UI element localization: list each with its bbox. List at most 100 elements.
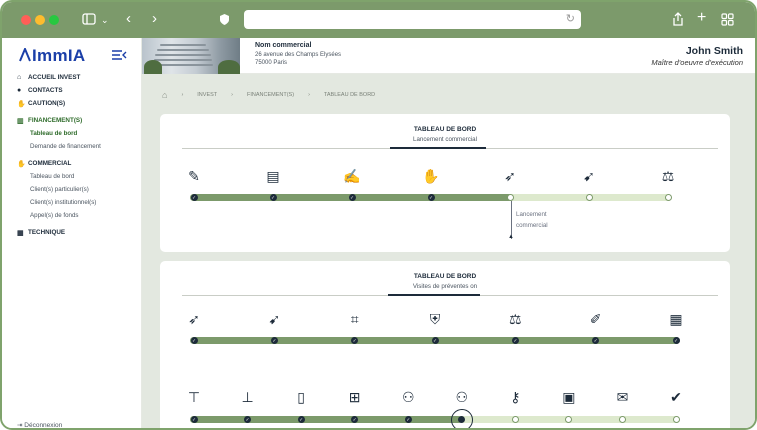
plan-icon: ⌗ [350,311,359,327]
home-icon[interactable]: ⌂ [162,90,167,100]
step-node[interactable]: ✓ [348,194,356,201]
sidebar-item-label: CAUTION(S) [28,100,66,107]
breadcrumb: ⌂ › INVEST › FINANCEMENT(S) › TABLEAU DE… [162,90,389,100]
breadcrumb-item-financements[interactable]: FINANCEMENT(S) [247,92,294,98]
back-icon[interactable]: ‹ [126,11,131,26]
money-stack-icon: ▤ [266,168,280,184]
page-header: Nom commercial 26 avenue des Champs Elys… [142,38,755,74]
signature-icon: ✍ [343,168,361,184]
address-line-2: 75000 Paris [255,60,288,66]
user-name[interactable]: John Smith [686,45,743,57]
sidebar-item-label: COMMERCIAL [28,160,72,167]
breadcrumb-separator: › [231,92,233,98]
breadcrumb-item-invest[interactable]: INVEST [197,92,217,98]
key-icon: ⚷ [510,389,521,405]
tab-overview-icon[interactable] [721,13,734,29]
step-node[interactable]: ✓ [270,337,278,344]
share-icon[interactable] [672,12,684,29]
logout-link[interactable]: ⇥ Déconnexion [17,421,63,429]
window-icon: ⊞ [348,389,361,405]
app-logo-text: ImmIA [32,46,86,65]
step-node[interactable] [618,416,626,423]
sidebar-item-commercial[interactable]: ✋ COMMERCIAL [17,157,139,170]
sidebar-item-technique[interactable]: ▦ TECHNIQUE [17,226,139,239]
card-title: TABLEAU DE BORD [413,273,477,280]
sidebar-subitem-commercial-tableau-de-bord[interactable]: Tableau de bord [17,170,139,183]
maximize-window-button[interactable] [49,15,59,25]
current-step-ring [450,408,473,428]
breadcrumb-separator: › [308,92,310,98]
collapse-menu-icon[interactable] [111,49,127,64]
pen-icon: ✎ [188,168,200,184]
grid-icon: ▦ [669,311,683,327]
handshake-icon: ✋ [17,100,26,108]
step-node[interactable]: ✓ [672,337,680,344]
close-window-button[interactable] [21,15,31,25]
step-node[interactable]: ✓ [431,337,439,344]
logout-icon: ⇥ [17,422,23,429]
sidebar-subitem-tableau-de-bord[interactable]: Tableau de bord [17,127,139,140]
calendar-icon: ▣ [562,389,576,405]
sidebar-item-accueil-invest[interactable]: ⌂ ACCUEIL INVEST [17,71,139,84]
chevron-down-icon[interactable]: ⌄ [101,13,109,27]
reload-icon[interactable]: ↻ [566,12,575,25]
step-node[interactable] [664,194,672,201]
person-icon: ● [17,87,22,94]
tower-icon: ▯ [297,389,305,405]
app-logo[interactable]: ImmIA [18,46,85,66]
sidebar-item-financements[interactable]: ▥ FINANCEMENT(S) [17,114,139,127]
address-line-1: 26 avenue des Champs Elysées [255,52,342,58]
sidebar-item-cautions[interactable]: ✋ CAUTION(S) [17,97,139,110]
mail-icon: ✉ [616,389,629,405]
handshake-icon: ✋ [17,160,26,168]
forward-icon[interactable]: › [152,11,157,26]
browser-toolbar: ⌄ ‹ › ↻ + [2,2,755,38]
step-node[interactable]: ✓ [427,194,435,201]
step-node[interactable]: ✓ [244,416,252,423]
new-tab-icon[interactable]: + [697,10,706,26]
logout-label: Déconnexion [24,422,63,429]
sidebar: ImmIA ⌂ ACCUEIL INVEST ● CONTACTS ✋ CAUT… [2,38,142,429]
rocket-icon: ➶ [188,311,200,327]
step-node[interactable]: ✓ [190,337,198,344]
sidebar-subitem-demande-de-financement[interactable]: Demande de financement [17,140,139,153]
scales-icon: ⚖ [509,311,522,327]
sidebar-item-label: CONTACTS [28,87,63,94]
sidebar-subitem-clients-institutionnels[interactable]: Client(s) institutionnel(s) [17,196,139,209]
sidebar-toggle-icon[interactable] [82,13,96,28]
rocket-check-icon: ➹ [583,168,595,184]
foundation-icon: ⊥ [241,389,254,405]
main-content: ⌂ › INVEST › FINANCEMENT(S) › TABLEAU DE… [142,74,755,428]
project-name: Nom commercial [255,42,312,49]
people-icon: ⚇ [401,389,415,405]
step-node[interactable] [511,416,519,423]
people-icon: ⚇ [455,389,469,405]
current-step-label: Lancement commercial [516,211,548,229]
step-node[interactable]: ✓ [297,416,305,423]
step-node[interactable] [506,194,514,201]
minimize-window-button[interactable] [35,15,45,25]
user-role: Maître d'oeuvre d'exécution [651,58,743,67]
sidebar-item-contacts[interactable]: ● CONTACTS [17,84,139,97]
breadcrumb-separator: › [181,92,184,98]
home-icon: ⌂ [17,74,22,81]
step-node[interactable]: ✓ [404,416,412,423]
step-node[interactable]: ✓ [269,194,277,201]
sidebar-subitem-appels-de-fonds[interactable]: Appel(s) de fonds [17,209,139,222]
step-node[interactable] [672,416,680,423]
card-subtitle[interactable]: Lancement commercial [160,136,730,143]
rocket-icon: ➶ [504,168,516,184]
step-node[interactable]: ✓ [190,416,198,423]
sidebar-item-label: FINANCEMENT(S) [28,117,83,124]
sidebar-subitem-clients-particuliers[interactable]: Client(s) particulier(s) [17,183,139,196]
card-subtitle[interactable]: Visites de préventes on [160,283,730,290]
step-node[interactable]: ✓ [190,194,198,201]
address-bar[interactable]: ↻ [244,10,581,29]
building-image [142,38,240,74]
rocket-check-icon: ➹ [268,311,281,327]
step-node[interactable]: ✓ [511,337,519,344]
step-node[interactable] [585,194,593,201]
breadcrumb-item-tableau-de-bord: TABLEAU DE BORD [323,92,376,98]
building-icon: ▦ [17,229,24,237]
sidebar-item-label: ACCUEIL INVEST [28,74,81,81]
